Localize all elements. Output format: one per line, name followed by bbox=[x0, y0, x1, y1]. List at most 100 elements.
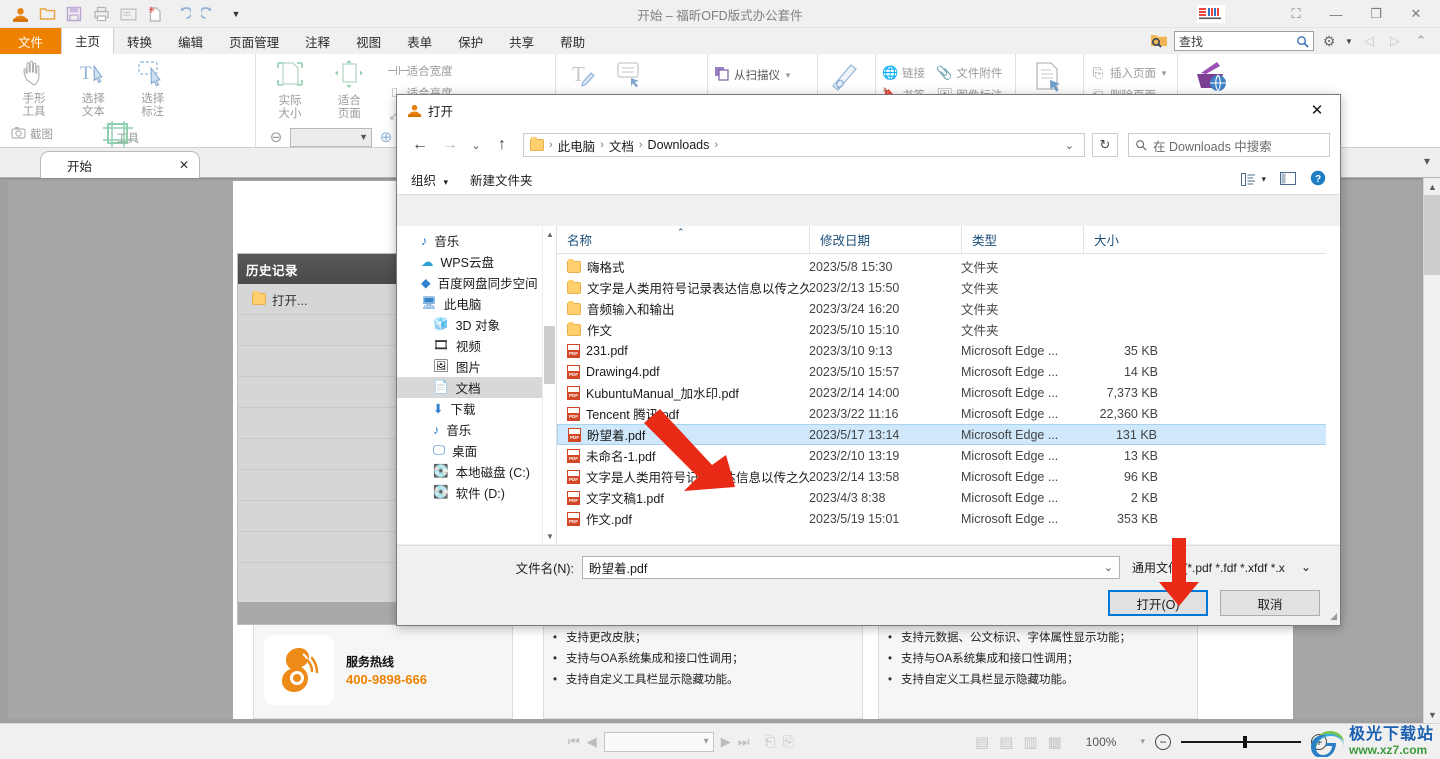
settings-caret-icon[interactable]: ▼ bbox=[1344, 30, 1354, 52]
single-page-view-icon[interactable]: ▤ bbox=[975, 733, 989, 751]
document-vertical-scrollbar[interactable]: ▲ ▼ bbox=[1423, 178, 1440, 723]
chevron-down-icon[interactable]: ▾ bbox=[704, 736, 709, 747]
ribbon-fit-page-button[interactable]: 适合 页面 bbox=[321, 58, 377, 121]
dialog-close-button[interactable]: ✕ bbox=[1294, 95, 1340, 125]
ribbon-zoom-input[interactable]: ▼ bbox=[290, 127, 372, 147]
ribbon-actual-size-button[interactable]: 实际 大小 bbox=[262, 58, 318, 121]
back-button[interactable]: ← bbox=[407, 132, 433, 158]
ribbon-zoom-out-button[interactable]: ⊖ ▼ ⊕ bbox=[268, 126, 394, 147]
refresh-button[interactable]: ↻ bbox=[1092, 133, 1118, 157]
scroll-down-icon[interactable]: ▼ bbox=[543, 528, 556, 544]
ribbon-page-stamp-button[interactable] bbox=[1022, 58, 1074, 97]
ribbon-note-button[interactable] bbox=[609, 58, 653, 95]
scrollbar-thumb[interactable] bbox=[544, 326, 555, 384]
close-button[interactable]: ✕ bbox=[1396, 0, 1436, 28]
history-item[interactable] bbox=[238, 439, 406, 470]
ribbon-link-button[interactable]: 🌐 链接 bbox=[882, 62, 925, 84]
search-input[interactable]: 在 Downloads 中搜索 bbox=[1128, 133, 1330, 157]
menu-item-convert[interactable]: 转换 bbox=[114, 28, 165, 54]
ribbon-web-publish-button[interactable] bbox=[1184, 58, 1236, 97]
prev-arrow-icon[interactable]: ◁ bbox=[1358, 30, 1380, 52]
new-folder-button[interactable]: 新建文件夹 bbox=[470, 170, 533, 189]
breadcrumb-item-1[interactable]: 文档 bbox=[609, 136, 634, 155]
save-icon[interactable] bbox=[62, 2, 86, 26]
nav-item-3d-objects[interactable]: 🧊 3D 对象 bbox=[397, 314, 556, 335]
zoom-slider-handle[interactable] bbox=[1242, 735, 1247, 748]
next-page-icon[interactable]: ▶ bbox=[721, 734, 731, 750]
history-item[interactable] bbox=[238, 377, 406, 408]
nav-item-this-pc[interactable]: 🖥 此电脑 bbox=[397, 293, 556, 314]
table-row[interactable]: 文字文稿1.pdf 2023/4/3 8:38 Microsoft Edge ...… bbox=[557, 487, 1340, 508]
history-item[interactable] bbox=[238, 315, 406, 346]
forward-button[interactable]: → bbox=[437, 132, 463, 158]
ribbon-typewriter-button[interactable]: T bbox=[562, 58, 606, 95]
chevron-down-icon[interactable]: ⌄ bbox=[1301, 560, 1311, 574]
help-button[interactable]: ? bbox=[1310, 170, 1326, 189]
minimize-button[interactable]: — bbox=[1316, 0, 1356, 28]
continuous-view-icon[interactable]: ▤ bbox=[999, 733, 1013, 751]
column-header-name[interactable]: 名称 ⌃ bbox=[557, 226, 809, 254]
restore-all-button[interactable]: ⛶ bbox=[1276, 0, 1316, 28]
table-row[interactable]: Drawing4.pdf 2023/5/10 15:57 Microsoft Edg… bbox=[557, 361, 1340, 382]
nav-item-music[interactable]: ♪ 音乐 bbox=[397, 230, 556, 251]
last-page-icon[interactable]: ⏭ bbox=[738, 734, 750, 750]
nav-item-pictures[interactable]: 🖼 图片 bbox=[397, 356, 556, 377]
ribbon-from-scanner-button[interactable]: 从扫描仪 ▼ bbox=[714, 64, 792, 86]
history-item[interactable] bbox=[238, 532, 406, 563]
column-header-size[interactable]: 大小 bbox=[1083, 226, 1168, 254]
from-scanner-caret-icon[interactable]: ▼ bbox=[784, 71, 792, 80]
menu-item-page-manage[interactable]: 页面管理 bbox=[216, 28, 292, 54]
menu-item-protect[interactable]: 保护 bbox=[445, 28, 496, 54]
nav-item-baidu-cloud[interactable]: ◆ 百度网盘同步空间 bbox=[397, 272, 556, 293]
new-doc-icon[interactable]: ✳ bbox=[143, 2, 167, 26]
open-button[interactable]: 打开(O) bbox=[1108, 590, 1208, 616]
table-row[interactable]: 作文.pdf 2023/5/19 15:01 Microsoft Edge ... 3… bbox=[557, 508, 1340, 529]
scrollbar-thumb[interactable] bbox=[1424, 195, 1440, 275]
chevron-down-icon[interactable]: ⌄ bbox=[1104, 561, 1113, 574]
scroll-down-icon[interactable]: ▼ bbox=[1424, 706, 1440, 723]
table-row[interactable]: 231.pdf 2023/3/10 9:13 Microsoft Edge ... 3… bbox=[557, 340, 1340, 361]
menu-item-form[interactable]: 表单 bbox=[394, 28, 445, 54]
document-tab-start[interactable]: 开始 ✕ bbox=[40, 151, 200, 178]
ribbon-signature-button[interactable] bbox=[824, 58, 868, 97]
table-row[interactable]: 嗨格式 2023/5/8 15:30 文件夹 bbox=[557, 256, 1340, 277]
table-row[interactable]: Tencent 腾讯.pdf 2023/3/22 11:16 Microsoft E… bbox=[557, 403, 1340, 424]
chevron-down-icon[interactable]: ⌄ bbox=[1065, 139, 1078, 152]
ribbon-select-annot-button[interactable]: 选择 标注 bbox=[125, 58, 181, 119]
menu-item-home[interactable]: 主页 bbox=[61, 28, 115, 54]
breadcrumb[interactable]: › 此电脑 › 文档 › Downloads › ⌄ bbox=[523, 133, 1085, 157]
print-icon[interactable] bbox=[89, 2, 113, 26]
find-input[interactable]: 查找 bbox=[1174, 31, 1314, 51]
prev-page-icon[interactable]: ◀ bbox=[587, 734, 597, 750]
nav-item-downloads[interactable]: ⬇ 下载 bbox=[397, 398, 556, 419]
table-row[interactable]: 未命名-1.pdf 2023/2/10 13:19 Microsoft Edge .… bbox=[557, 445, 1340, 466]
filename-input[interactable]: 盼望着.pdf ⌄ bbox=[582, 555, 1120, 579]
column-header-date[interactable]: 修改日期 bbox=[809, 226, 961, 254]
table-row[interactable]: 文字是人类用符号记录表达信息以传之久... 2023/2/13 15:50 文件夹 bbox=[557, 277, 1340, 298]
chevron-down-icon[interactable]: ▾ bbox=[1424, 154, 1430, 168]
table-row[interactable]: 音频输入和输出 2023/3/24 16:20 文件夹 bbox=[557, 298, 1340, 319]
insert-page-caret-icon[interactable]: ▼ bbox=[1160, 69, 1168, 78]
preview-pane-button[interactable] bbox=[1280, 171, 1296, 188]
menu-item-file[interactable]: 文件 bbox=[0, 28, 62, 54]
scroll-up-icon[interactable]: ▲ bbox=[1424, 178, 1440, 195]
menu-item-annotate[interactable]: 注释 bbox=[292, 28, 343, 54]
nav-item-local-disk-c[interactable]: 💽 本地磁盘 (C:) bbox=[397, 461, 556, 482]
zoom-slider[interactable] bbox=[1180, 735, 1301, 748]
two-page-continuous-icon[interactable]: ▦ bbox=[1048, 733, 1062, 751]
view-layout-button[interactable]: ▾ bbox=[1241, 173, 1266, 186]
column-header-type[interactable]: 类型 bbox=[961, 226, 1083, 254]
nav-item-drive-d[interactable]: 💽 软件 (D:) bbox=[397, 482, 556, 503]
nav-item-videos[interactable]: 🎞 视频 bbox=[397, 335, 556, 356]
close-icon[interactable]: ✕ bbox=[179, 158, 189, 172]
breadcrumb-item-0[interactable]: 此电脑 bbox=[558, 136, 596, 155]
history-item[interactable] bbox=[238, 470, 406, 501]
menu-item-help[interactable]: 帮助 bbox=[547, 28, 598, 54]
table-row[interactable]: 作文 2023/5/10 15:10 文件夹 bbox=[557, 319, 1340, 340]
ribbon-hand-tool-button[interactable]: 手形 工具 bbox=[6, 58, 62, 119]
nav-item-wps-cloud[interactable]: ☁ WPS云盘 bbox=[397, 251, 556, 272]
file-type-filter-select[interactable]: 通用文件 (*.pdf *.fdf *.xfdf *.x ⌄ bbox=[1130, 555, 1315, 579]
extract-page-in-icon[interactable]: ⎗ bbox=[764, 733, 775, 750]
history-item-open[interactable]: 打开... bbox=[238, 284, 406, 315]
recent-locations-button[interactable]: ⌄ bbox=[467, 132, 485, 158]
